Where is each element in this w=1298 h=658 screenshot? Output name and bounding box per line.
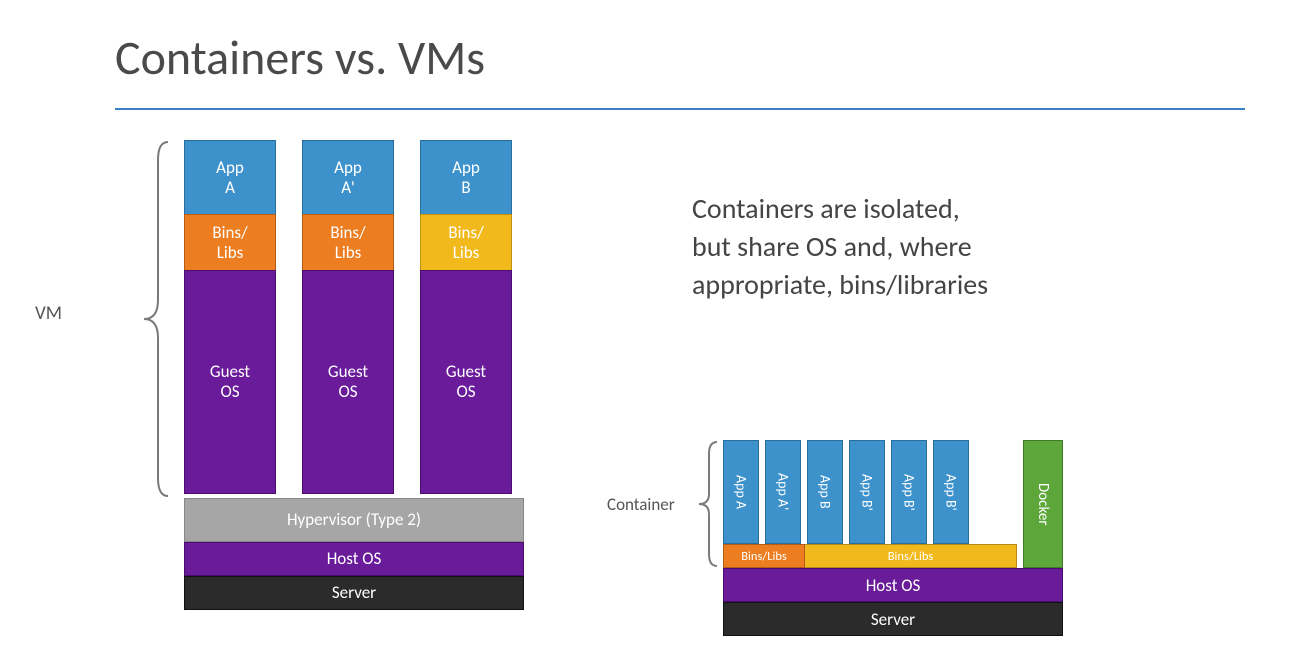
bins-layer: Bins/ Libs bbox=[302, 214, 394, 270]
slide-title: Containers vs. VMs bbox=[115, 28, 485, 87]
app-layer: App B bbox=[420, 140, 512, 214]
bins-layer: Bins/Libs bbox=[723, 544, 805, 568]
host-os-layer: Host OS bbox=[184, 542, 524, 576]
container-apps-row: App A App A' App B App B' App B' App B' … bbox=[723, 440, 1063, 544]
container-bins-row: Bins/Libs Bins/Libs bbox=[723, 544, 1017, 568]
container-app: App B' bbox=[891, 440, 927, 544]
vm-col-2: App A' Bins/ Libs Guest OS bbox=[302, 140, 394, 494]
bins-layer: Bins/ Libs bbox=[420, 214, 512, 270]
title-divider bbox=[115, 108, 1245, 110]
vm-col-1: App A Bins/ Libs Guest OS bbox=[184, 140, 276, 494]
app-layer: App A bbox=[184, 140, 276, 214]
vm-columns: App A Bins/ Libs Guest OS App A' Bins/ L… bbox=[184, 140, 524, 494]
container-app: App B bbox=[807, 440, 843, 544]
server-layer: Server bbox=[723, 602, 1063, 636]
docker-layer: Docker bbox=[1023, 440, 1063, 568]
host-os-layer: Host OS bbox=[723, 568, 1063, 602]
explanation-text: Containers are isolated, but share OS an… bbox=[692, 190, 988, 303]
app-layer: App A' bbox=[302, 140, 394, 214]
vm-stack: App A Bins/ Libs Guest OS App A' Bins/ L… bbox=[184, 140, 524, 610]
vm-base-layers: Hypervisor (Type 2) Host OS Server bbox=[184, 498, 524, 610]
bins-layer: Bins/Libs bbox=[805, 544, 1017, 568]
container-stack: App A App A' App B App B' App B' App B' … bbox=[723, 440, 1063, 636]
container-label: Container bbox=[607, 494, 675, 515]
container-brace-icon bbox=[693, 440, 719, 568]
vm-label: VM bbox=[35, 302, 62, 325]
guest-os-layer: Guest OS bbox=[184, 270, 276, 494]
bins-layer: Bins/ Libs bbox=[184, 214, 276, 270]
server-layer: Server bbox=[184, 576, 524, 610]
vm-brace-icon bbox=[78, 140, 174, 498]
guest-os-layer: Guest OS bbox=[420, 270, 512, 494]
guest-os-layer: Guest OS bbox=[302, 270, 394, 494]
container-app: App A bbox=[723, 440, 759, 544]
container-app: App B' bbox=[933, 440, 969, 544]
hypervisor-layer: Hypervisor (Type 2) bbox=[184, 498, 524, 542]
container-app: App B' bbox=[849, 440, 885, 544]
vm-col-3: App B Bins/ Libs Guest OS bbox=[420, 140, 512, 494]
container-app: App A' bbox=[765, 440, 801, 544]
